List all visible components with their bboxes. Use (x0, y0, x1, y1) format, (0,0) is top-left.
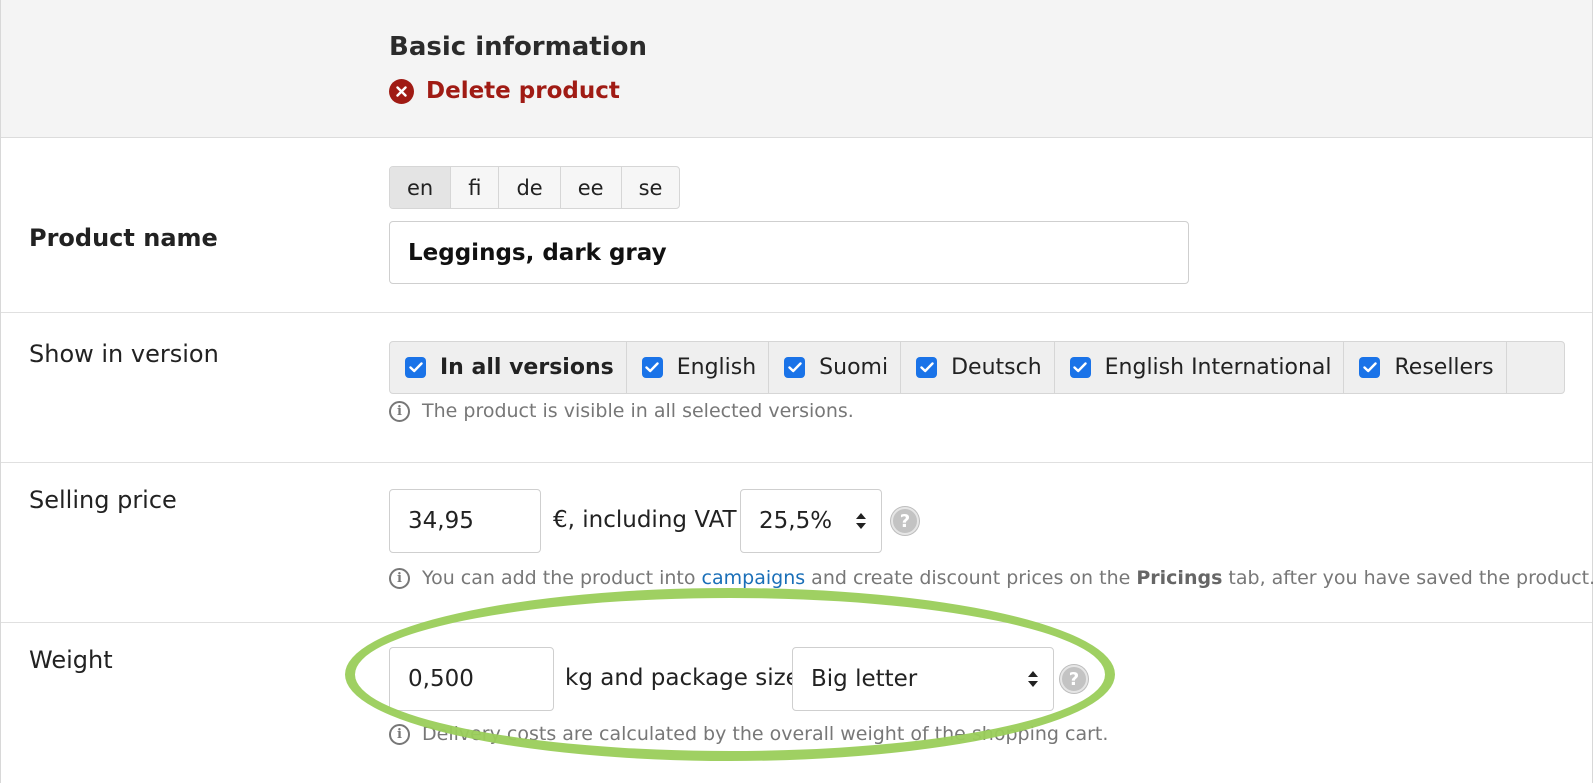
vat-value: 25,5% (759, 508, 833, 534)
checkbox-checked-icon[interactable] (784, 357, 806, 378)
version-english-international[interactable]: English International (1055, 342, 1345, 393)
price-help-text: You can add the product into campaigns a… (422, 567, 1593, 589)
version-suomi[interactable]: Suomi (769, 342, 902, 393)
checkbox-checked-icon[interactable] (641, 357, 663, 378)
price-help: i You can add the product into campaigns… (389, 567, 1593, 589)
close-circle-icon (389, 78, 414, 104)
version-checkbox-group: In all versions English Suomi Deutsch En… (389, 341, 1565, 394)
tab-language-fi[interactable]: fi (451, 167, 500, 208)
vat-select[interactable]: 25,5% (740, 489, 882, 553)
info-icon: i (389, 723, 410, 745)
weight-row: Weight kg and package size Big letter ? … (1, 623, 1592, 783)
show-in-version-label: Show in version (29, 340, 219, 368)
version-help: i The product is visible in all selected… (389, 400, 854, 422)
select-arrows-icon (856, 513, 866, 529)
section-title: Basic information (389, 32, 647, 62)
product-name-row: Product name en fi de ee se (1, 138, 1592, 313)
checkbox-checked-icon[interactable] (1359, 357, 1381, 378)
price-input[interactable] (389, 489, 541, 553)
weight-label: Weight (29, 646, 113, 674)
weight-suffix: kg and package size (565, 665, 800, 691)
package-size-help-icon[interactable]: ? (1060, 665, 1088, 693)
language-tabs: en fi de ee se (389, 166, 681, 209)
checkbox-checked-icon[interactable] (916, 357, 938, 378)
version-resellers[interactable]: Resellers (1344, 342, 1507, 393)
delete-product-button[interactable]: Delete product (389, 78, 620, 104)
checkbox-checked-icon[interactable] (1069, 357, 1091, 378)
version-all[interactable]: In all versions (390, 342, 627, 393)
show-in-version-row: Show in version In all versions English … (1, 313, 1592, 463)
tab-language-se[interactable]: se (622, 167, 680, 208)
weight-help: i Delivery costs are calculated by the o… (389, 723, 1108, 745)
tab-language-en[interactable]: en (390, 167, 452, 208)
weight-help-text: Delivery costs are calculated by the ove… (422, 723, 1109, 745)
info-icon: i (389, 567, 410, 589)
campaigns-link[interactable]: campaigns (702, 567, 806, 589)
package-size-select[interactable]: Big letter (792, 647, 1054, 711)
version-label: In all versions (440, 355, 614, 380)
price-suffix: €, including VAT (553, 507, 737, 533)
info-icon: i (389, 400, 410, 422)
product-name-input[interactable] (389, 221, 1189, 284)
version-help-text: The product is visible in all selected v… (422, 400, 854, 422)
vat-help-icon[interactable]: ? (891, 507, 919, 535)
selling-price-label: Selling price (29, 486, 177, 514)
basic-information-header: Basic information Delete product (1, 0, 1592, 138)
version-label: English International (1104, 355, 1332, 380)
version-label: English (676, 355, 757, 380)
weight-input[interactable] (389, 647, 554, 711)
version-label: Deutsch (951, 355, 1042, 380)
version-deutsch[interactable]: Deutsch (901, 342, 1055, 393)
version-english[interactable]: English (627, 342, 770, 393)
tab-language-ee[interactable]: ee (561, 167, 622, 208)
tab-language-de[interactable]: de (499, 167, 561, 208)
version-label: Resellers (1394, 355, 1494, 380)
selling-price-row: Selling price €, including VAT 25,5% ? i… (1, 463, 1593, 623)
product-edit-page: Basic information Delete product Product… (0, 0, 1593, 783)
product-name-label: Product name (29, 224, 218, 252)
checkbox-checked-icon[interactable] (405, 357, 426, 378)
delete-product-label: Delete product (426, 78, 620, 104)
package-size-value: Big letter (811, 666, 918, 692)
select-arrows-icon (1028, 671, 1038, 687)
version-label: Suomi (819, 355, 889, 380)
